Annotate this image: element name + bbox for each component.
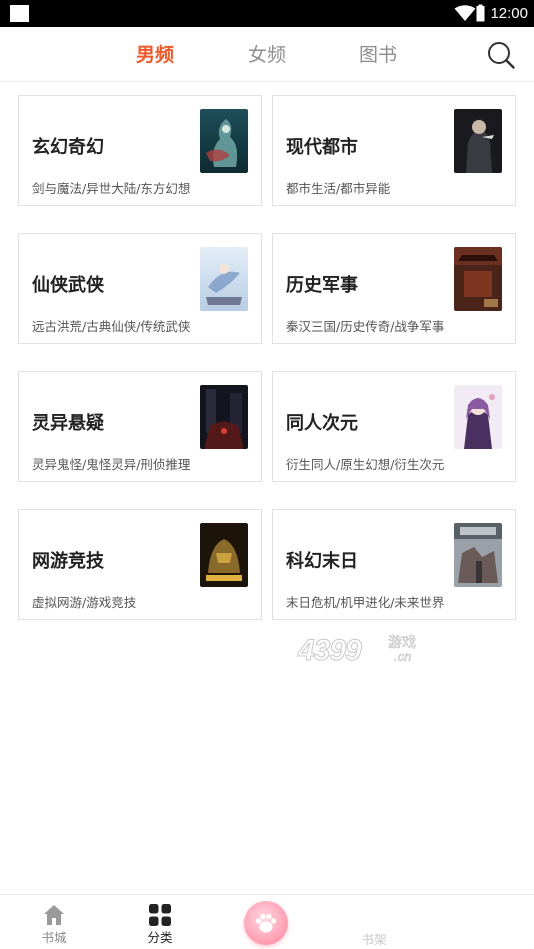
home-icon — [44, 905, 64, 925]
app-notification-icon — [10, 5, 29, 22]
top-tab-bar: 男频 女频 图书 — [0, 27, 534, 82]
bottom-nav: 书城 分类 书架 — [0, 894, 534, 949]
tab-female[interactable]: 女频 — [248, 41, 286, 69]
nav-bookstore[interactable]: 书城 — [14, 895, 94, 949]
book-cover-image — [454, 385, 502, 449]
nav-label: 书架 — [361, 932, 387, 946]
category-title: 网游竞技 — [32, 551, 104, 572]
book-cover-image — [200, 385, 248, 449]
category-card-wangyou[interactable]: 网游竞技 虚拟网游/游戏竞技 — [18, 509, 262, 620]
grid-icon — [149, 904, 171, 926]
book-cover-image — [454, 247, 502, 311]
book-cover-image — [200, 523, 248, 587]
category-card-xuanhuan[interactable]: 玄幻奇幻 剑与魔法/异世大陆/东方幻想 — [18, 95, 262, 206]
watermark-logo: 4399 游戏 .cn — [298, 633, 426, 669]
status-bar: 12:00 — [0, 0, 534, 27]
status-time: 12:00 — [490, 5, 528, 22]
category-card-tongren[interactable]: 同人次元 衍生同人/原生幻想/衍生次元 — [272, 371, 516, 482]
book-cover-image — [200, 109, 248, 173]
category-subgenres: 虚拟网游/游戏竞技 — [32, 595, 137, 610]
category-card-dushi[interactable]: 现代都市 都市生活/都市异能 — [272, 95, 516, 206]
category-title: 历史军事 — [286, 275, 358, 296]
tab-male[interactable]: 男频 — [136, 41, 174, 69]
category-title: 科幻末日 — [286, 551, 358, 572]
category-subgenres: 衍生同人/原生幻想/衍生次元 — [286, 457, 445, 472]
category-title: 灵异悬疑 — [32, 413, 104, 434]
category-title: 现代都市 — [286, 137, 358, 158]
category-subgenres: 末日危机/机甲进化/未来世界 — [286, 595, 445, 610]
tab-books[interactable]: 图书 — [359, 41, 397, 69]
category-subgenres: 远古洪荒/古典仙侠/传统武侠 — [32, 319, 191, 334]
watermark-domain: .cn — [394, 649, 412, 665]
category-card-xianxia[interactable]: 仙侠武侠 远古洪荒/古典仙侠/传统武侠 — [18, 233, 262, 344]
category-card-lishi[interactable]: 历史军事 秦汉三国/历史传奇/战争军事 — [272, 233, 516, 344]
wifi-icon — [454, 5, 476, 21]
category-subgenres: 秦汉三国/历史传奇/战争军事 — [286, 319, 445, 334]
category-title: 仙侠武侠 — [32, 275, 104, 296]
nav-bookshelf[interactable]: 书架 — [334, 895, 414, 949]
book-cover-image — [454, 523, 502, 587]
category-title: 同人次元 — [286, 413, 358, 434]
category-card-kehuan[interactable]: 科幻末日 末日危机/机甲进化/未来世界 — [272, 509, 516, 620]
nav-label: 分类 — [147, 930, 173, 945]
category-subgenres: 都市生活/都市异能 — [286, 181, 391, 196]
category-card-lingyi[interactable]: 灵异悬疑 灵异鬼怪/鬼怪灵异/刑侦推理 — [18, 371, 262, 482]
book-cover-image — [454, 109, 502, 173]
paw-icon — [255, 913, 277, 933]
nav-category[interactable]: 分类 — [120, 895, 200, 949]
nav-label: 书城 — [41, 930, 67, 945]
category-subgenres: 剑与魔法/异世大陆/东方幻想 — [32, 181, 191, 196]
category-subgenres: 灵异鬼怪/鬼怪灵异/刑侦推理 — [32, 457, 191, 472]
book-cover-image — [200, 247, 248, 311]
search-icon[interactable] — [486, 40, 516, 70]
watermark-number: 4399 — [298, 634, 363, 668]
category-title: 玄幻奇幻 — [32, 137, 104, 158]
paw-button[interactable] — [244, 901, 288, 945]
